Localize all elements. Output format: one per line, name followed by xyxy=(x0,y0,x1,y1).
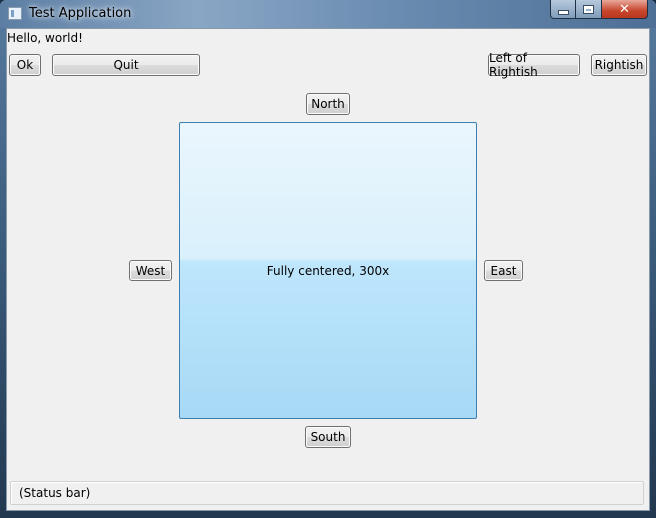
close-icon: ✕ xyxy=(619,1,630,17)
status-bar: (Status bar) xyxy=(10,481,644,505)
minimize-button[interactable] xyxy=(550,0,576,19)
east-button[interactable]: East xyxy=(484,260,523,281)
north-button[interactable]: North xyxy=(306,93,350,115)
west-button[interactable]: West xyxy=(129,260,172,281)
close-button[interactable]: ✕ xyxy=(602,0,648,19)
quit-button[interactable]: Quit xyxy=(52,54,200,76)
centered-panel[interactable]: Fully centered, 300x xyxy=(179,122,477,419)
minimize-icon xyxy=(557,9,569,15)
greeting-label: Hello, world! xyxy=(7,31,83,45)
status-bar-text: (Status bar) xyxy=(19,486,91,500)
rightish-button[interactable]: Rightish xyxy=(591,54,647,76)
maximize-icon xyxy=(583,4,594,14)
caption-buttons: ✕ xyxy=(550,0,648,20)
south-button[interactable]: South xyxy=(305,426,351,448)
ok-button[interactable]: Ok xyxy=(9,54,41,76)
centered-panel-label: Fully centered, 300x xyxy=(266,263,390,278)
app-icon[interactable] xyxy=(8,7,22,20)
maximize-button[interactable] xyxy=(576,0,602,19)
title-bar[interactable]: Test Application ✕ xyxy=(0,0,656,28)
left-of-rightish-button[interactable]: Left of Rightish xyxy=(488,51,580,79)
window-title: Test Application xyxy=(29,6,132,21)
application-window: Test Application ✕ Hello, world! Ok Quit… xyxy=(0,0,656,518)
client-area: Hello, world! Ok Quit Left of Rightish R… xyxy=(6,28,650,511)
